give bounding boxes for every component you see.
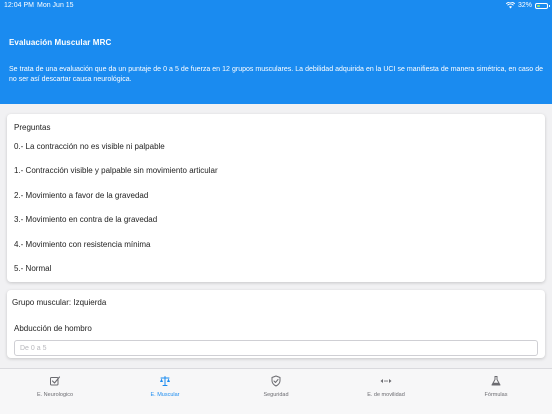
flask-icon [491,376,501,386]
option-4[interactable]: 4.- Movimiento con resistencia mínima [14,240,151,249]
tab-label-e-de-movilidad: E. de movilidad [367,392,405,398]
status-bar: 12:04 PM Mon Jun 15 32% [0,0,552,12]
scale-icon [160,376,170,386]
tab-label-e-muscular: E. Muscular [150,392,180,398]
option-2[interactable]: 2.- Movimiento a favor de la gravedad [14,191,148,200]
questions-card: Preguntas 0.- La contracción no es visib… [7,114,545,282]
shield-check-icon [271,375,281,387]
page-title: Evaluación Muscular MRC [9,38,112,47]
questions-title: Preguntas [14,123,51,132]
option-5[interactable]: 5.- Normal [14,264,51,273]
option-0[interactable]: 0.- La contracción no es visible ni palp… [14,142,165,151]
muscle-group-card: Grupo muscular: Izquierda Abducción de h… [7,290,545,358]
option-3[interactable]: 3.- Movimiento en contra de la gravedad [14,215,157,224]
tab-e-muscular[interactable]: E. Muscular [110,375,220,398]
muscle-group-label: Grupo muscular: Izquierda [12,298,107,307]
tab-e-neurologico[interactable]: E. Neurologico [0,375,110,398]
page-description: Se trata de una evaluación que da un pun… [9,66,543,83]
tab-label-e-neurologico: E. Neurologico [36,392,74,398]
score-input[interactable] [14,340,538,356]
tab-label-formulas: Fórmulas [484,392,508,398]
checkbox-icon [50,376,61,386]
battery-tip [548,4,550,7]
wifi-icon [505,2,515,9]
tab-seguridad[interactable]: Seguridad [221,375,331,398]
battery-percent: 32% [517,2,532,9]
status-time: 12:04 PM [4,2,34,9]
arrows-icon [380,379,392,383]
tab-e-de-movilidad[interactable]: E. de movilidad [331,375,441,398]
header: 12:04 PM Mon Jun 15 32% Evaluación Muscu… [0,0,552,104]
status-right: 32% [505,2,550,9]
status-date: Mon Jun 15 [37,2,74,9]
tab-formulas[interactable]: Fórmulas [441,375,551,398]
option-1[interactable]: 1.- Contracción visible y palpable sin m… [14,166,218,175]
battery-icon [535,2,550,9]
battery-fill [537,4,540,7]
tab-bar: E. Neurologico E. Muscular Seguridad E. … [0,368,552,414]
tab-label-seguridad: Seguridad [263,392,289,398]
muscle-name: Abducción de hombro [14,324,92,333]
